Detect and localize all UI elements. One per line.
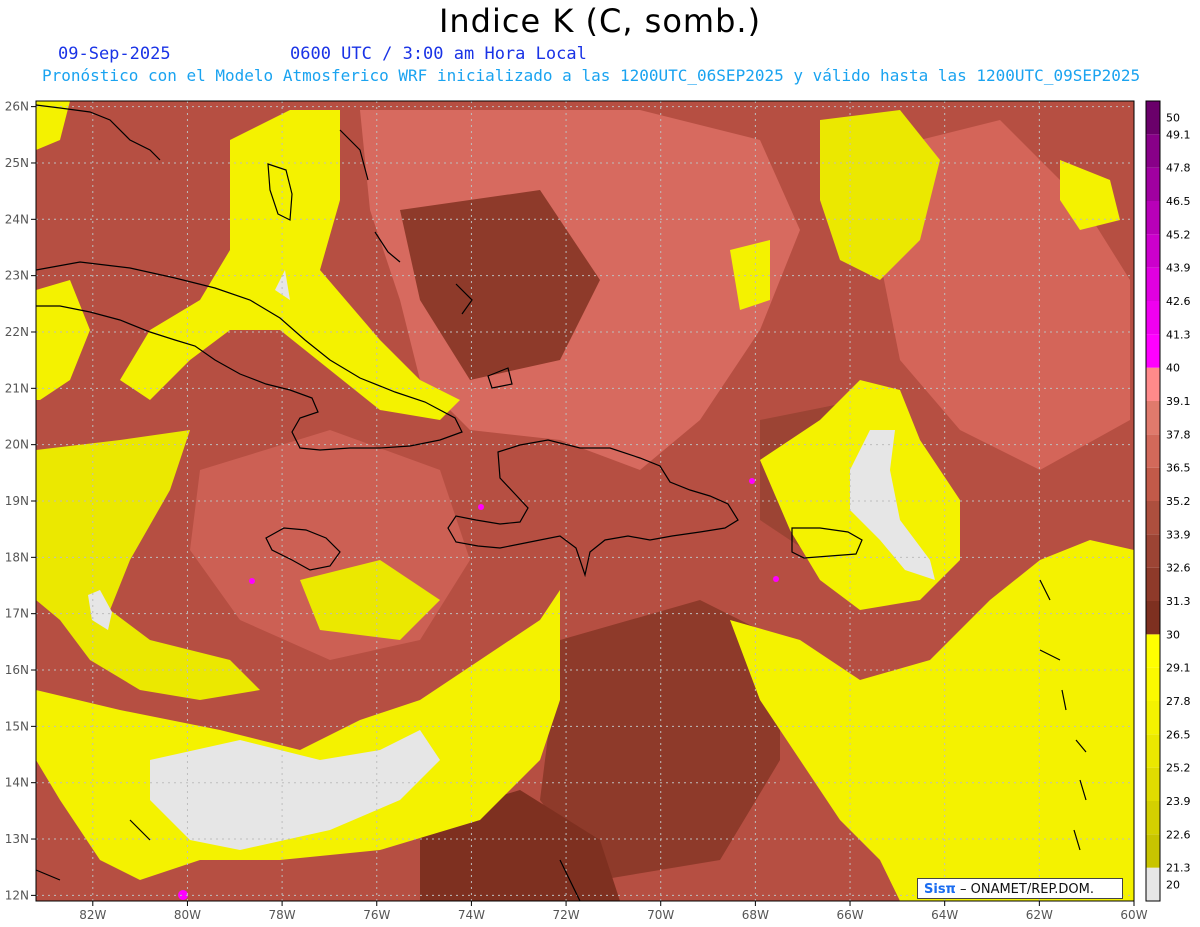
lon-tick-label: 68W <box>742 908 769 922</box>
legend-swatch <box>1146 534 1160 568</box>
legend-swatch <box>1146 567 1160 601</box>
lat-tick-label: 24N <box>5 212 29 226</box>
field-layer <box>36 101 1134 901</box>
lon-tick-label: 76W <box>363 908 390 922</box>
legend-swatch <box>1146 667 1160 701</box>
field-spot <box>249 578 255 584</box>
legend-swatch <box>1146 267 1160 301</box>
legend-label: 21.3 <box>1166 862 1191 875</box>
legend-swatch <box>1146 701 1160 735</box>
legend-label: 40 <box>1166 362 1180 375</box>
legend-label: 29.1 <box>1166 662 1191 675</box>
lon-tick-label: 62W <box>1026 908 1053 922</box>
lat-tick-label: 16N <box>5 663 29 677</box>
legend-label: 47.8 <box>1166 162 1191 175</box>
lat-tick-label: 20N <box>5 438 29 452</box>
lat-tick-label: 13N <box>5 832 29 846</box>
legend-label: 50 <box>1166 112 1180 125</box>
credit-brand: Sisπ <box>924 882 956 897</box>
legend-label: 45.2 <box>1166 228 1191 241</box>
legend-label: 49.1 <box>1166 128 1191 141</box>
legend-swatch <box>1146 734 1160 768</box>
lon-tick-label: 70W <box>647 908 674 922</box>
lat-tick-label: 26N <box>5 100 29 114</box>
legend-swatch <box>1146 801 1160 835</box>
lon-tick-label: 60W <box>1120 908 1147 922</box>
legend-swatch <box>1146 334 1160 368</box>
legend-label: 20 <box>1166 878 1180 891</box>
lat-tick-label: 18N <box>5 550 29 564</box>
legend-swatch <box>1146 201 1160 235</box>
legend-swatch <box>1146 867 1160 901</box>
legend-swatch <box>1146 834 1160 868</box>
lat-tick-label: 22N <box>5 325 29 339</box>
legend-label: 26.5 <box>1166 728 1191 741</box>
lat-tick-label: 21N <box>5 381 29 395</box>
legend-label: 37.8 <box>1166 428 1191 441</box>
lat-tick-label: 12N <box>5 888 29 902</box>
legend-swatch <box>1146 234 1160 268</box>
field-spot <box>478 504 484 510</box>
legend-label: 31.3 <box>1166 595 1191 608</box>
lat-tick-label: 23N <box>5 269 29 283</box>
k-index-map: 82W 80W 78W 76W 74W 72W 70W 68W 66W 64W 62W 60W 12N… <box>5 100 1191 922</box>
legend-label: 33.9 <box>1166 528 1191 541</box>
legend-label: 32.6 <box>1166 562 1191 575</box>
latitude-axis: 12N 13N 14N 15N 16N 17N 18N 19N 20N 21N 22N 23N 24N 2… <box>5 100 36 902</box>
lat-tick-label: 15N <box>5 719 29 733</box>
legend-label: 27.8 <box>1166 695 1191 708</box>
legend-label: 46.5 <box>1166 195 1191 208</box>
lon-tick-label: 80W <box>174 908 201 922</box>
lon-tick-label: 74W <box>458 908 485 922</box>
lat-tick-label: 19N <box>5 494 29 508</box>
legend-swatch <box>1146 367 1160 401</box>
legend-label: 25.2 <box>1166 762 1191 775</box>
lat-tick-label: 14N <box>5 776 29 790</box>
lon-tick-label: 64W <box>931 908 958 922</box>
legend-label: 22.6 <box>1166 828 1191 841</box>
legend-label: 30 <box>1166 628 1180 641</box>
field-spot <box>773 576 779 582</box>
legend-swatch <box>1146 134 1160 168</box>
credit-text: – ONAMET/REP.DOM. <box>959 882 1095 897</box>
legend-swatch <box>1146 101 1160 135</box>
legend-label: 42.6 <box>1166 295 1191 308</box>
legend-swatch <box>1146 401 1160 435</box>
legend-swatch <box>1146 467 1160 501</box>
lon-tick-label: 66W <box>836 908 863 922</box>
legend-swatch <box>1146 601 1160 635</box>
legend-label: 41.3 <box>1166 328 1191 341</box>
legend-label: 43.9 <box>1166 262 1191 275</box>
legend-swatch <box>1146 634 1160 668</box>
legend-swatch <box>1146 301 1160 335</box>
color-legend: 20 21.3 22.6 23.9 25.2 26.5 27.8 29.1 30 31.3 32.6… <box>1145 100 1191 902</box>
lon-tick-label: 72W <box>552 908 579 922</box>
field-spot <box>749 478 755 484</box>
legend-label: 35.2 <box>1166 495 1191 508</box>
lon-tick-label: 82W <box>79 908 106 922</box>
legend-label: 39.1 <box>1166 395 1191 408</box>
legend-swatch <box>1146 501 1160 535</box>
lat-tick-label: 25N <box>5 156 29 170</box>
lon-tick-label: 78W <box>269 908 296 922</box>
legend-swatch <box>1146 167 1160 201</box>
legend-label: 23.9 <box>1166 795 1191 808</box>
legend-label: 36.5 <box>1166 462 1191 475</box>
legend-swatch <box>1146 767 1160 801</box>
lat-tick-label: 17N <box>5 607 29 621</box>
legend-swatch <box>1146 434 1160 468</box>
longitude-axis: 82W 80W 78W 76W 74W 72W 70W 68W 66W 64W 62W 60W <box>79 901 1148 922</box>
credit-box: Sisπ – ONAMET/REP.DOM. <box>917 878 1123 899</box>
